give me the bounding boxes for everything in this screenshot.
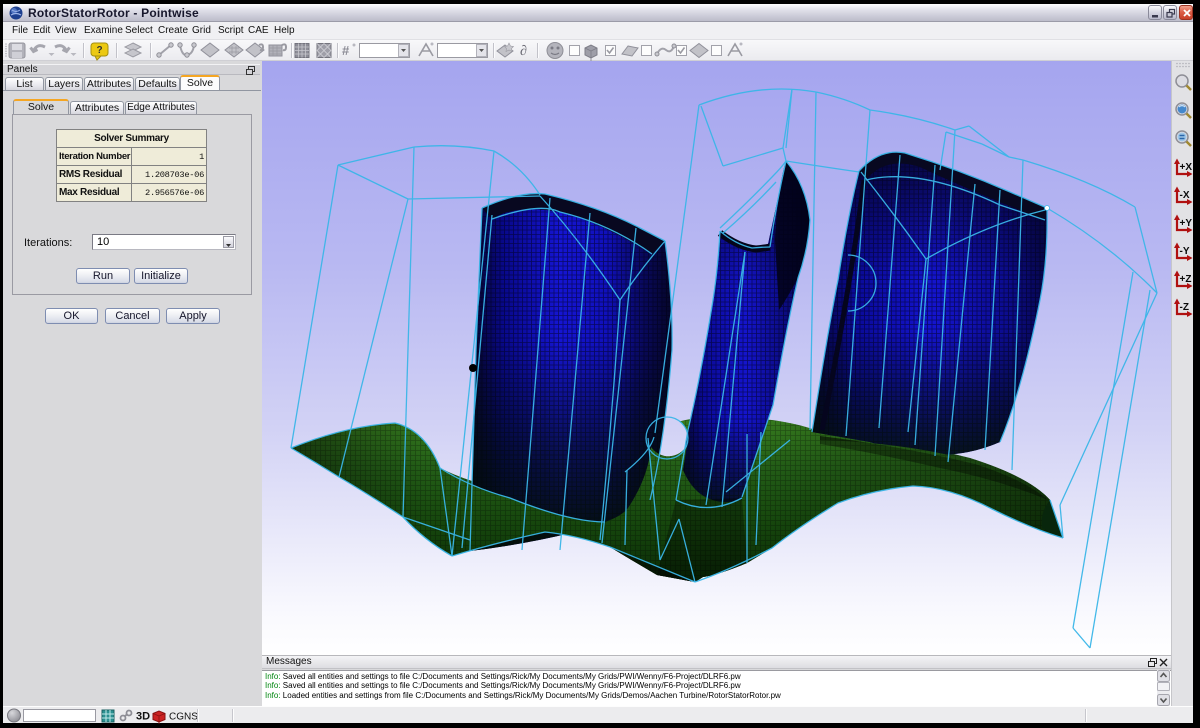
svg-text:+X: +X xyxy=(1180,162,1193,173)
svg-text:+Y: +Y xyxy=(1180,218,1193,229)
svg-text:-Y: -Y xyxy=(1180,246,1190,257)
svg-text:3D: 3D xyxy=(136,711,150,723)
svg-text:+Z: +Z xyxy=(1180,274,1192,285)
svg-text:-Z: -Z xyxy=(1180,302,1189,313)
svg-text:?: ? xyxy=(96,45,102,56)
svg-text:#: # xyxy=(342,43,350,58)
svg-text:-X: -X xyxy=(1180,190,1190,201)
svg-text:∂: ∂ xyxy=(520,44,527,59)
svg-text:CGNS: CGNS xyxy=(169,712,198,723)
